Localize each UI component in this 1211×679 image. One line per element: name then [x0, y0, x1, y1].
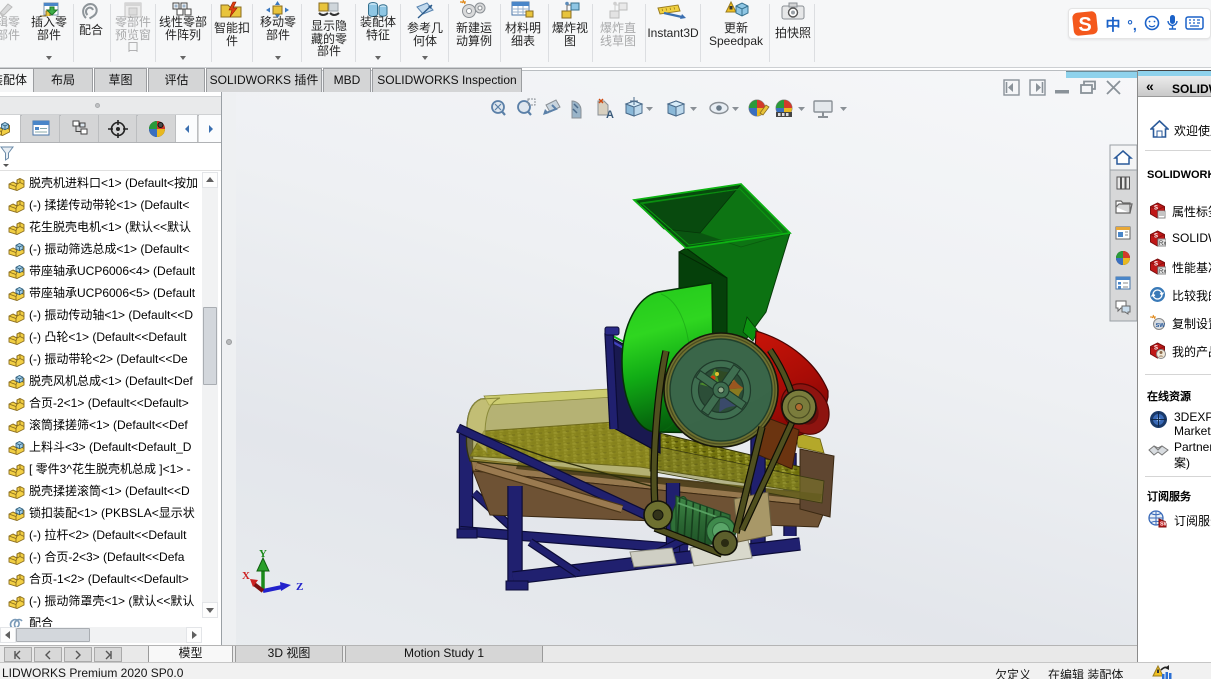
svg-text:S: S — [1078, 14, 1091, 36]
svg-text:X: X — [242, 570, 250, 582]
svg-text:A: A — [606, 109, 614, 121]
svg-text:°,: °, — [1127, 17, 1137, 33]
svg-text:S: S — [1154, 262, 1158, 268]
svg-text:Y: Y — [259, 548, 267, 560]
svg-text:Rx: Rx — [1159, 269, 1166, 275]
svg-text:SW: SW — [1160, 522, 1167, 528]
svg-text:S: S — [1154, 206, 1158, 212]
svg-text:S: S — [1154, 234, 1158, 240]
svg-text:Z: Z — [296, 581, 303, 593]
svg-text:sw: sw — [1156, 322, 1166, 329]
svg-text:中: 中 — [1105, 16, 1120, 34]
svg-text:Rx: Rx — [1159, 241, 1166, 247]
